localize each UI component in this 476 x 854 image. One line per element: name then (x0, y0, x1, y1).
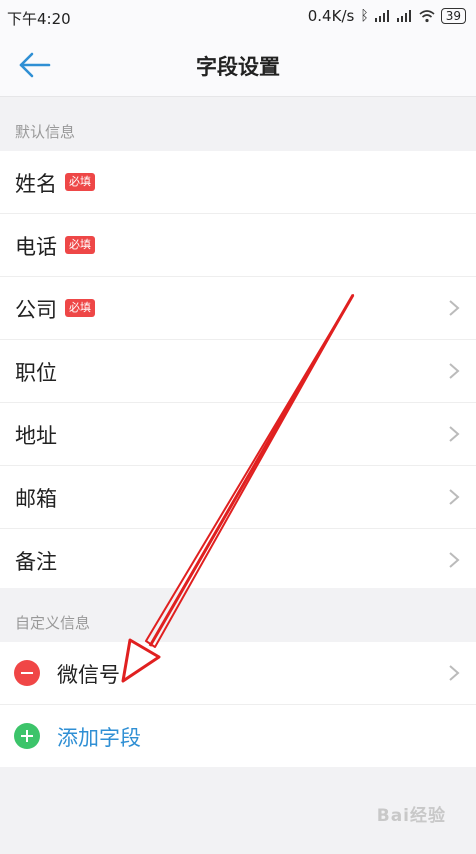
status-time: 下午4:20 (7, 10, 71, 28)
chevron-right-icon (449, 363, 460, 379)
required-badge: 必填 (65, 299, 95, 317)
field-row-phone[interactable]: 电话 必填 (0, 214, 476, 277)
wifi-icon (419, 9, 435, 22)
field-label: 姓名 (15, 172, 57, 196)
field-label: 微信号 (57, 663, 120, 687)
status-icons: 0.4K/s ᛒ 39 (308, 7, 466, 25)
field-row-name[interactable]: 姓名 必填 (0, 151, 476, 214)
section-header-custom: 自定义信息 (0, 588, 476, 642)
field-label: 邮箱 (15, 487, 57, 511)
add-icon (14, 723, 40, 749)
section-header-label: 默认信息 (15, 123, 76, 141)
signal-icon-2 (396, 10, 413, 22)
field-label: 公司 (15, 298, 57, 322)
watermark: Bai经验 (376, 806, 446, 826)
network-speed: 0.4K/s (307, 7, 355, 25)
field-row-address[interactable]: 地址 (0, 403, 476, 466)
bluetooth-icon: ᛒ (360, 8, 369, 24)
status-bar: 下午4:20 0.4K/s ᛒ 39 (0, 0, 476, 34)
required-badge: 必填 (65, 236, 95, 254)
default-field-list: 姓名 必填 电话 必填 公司 必填 职位 地址 邮箱 备注 (0, 151, 476, 591)
chevron-right-icon (449, 300, 460, 316)
add-field-label: 添加字段 (57, 726, 141, 750)
field-label: 备注 (15, 550, 57, 574)
field-label: 地址 (15, 424, 57, 448)
chevron-right-icon (449, 665, 460, 681)
chevron-right-icon (449, 489, 460, 505)
delete-field-icon[interactable] (14, 660, 40, 686)
custom-field-row-wechat[interactable]: 微信号 (0, 642, 476, 705)
field-row-notes[interactable]: 备注 (0, 529, 476, 591)
chevron-right-icon (449, 426, 460, 442)
section-header-default: 默认信息 (0, 97, 476, 151)
add-field-button[interactable]: 添加字段 (0, 705, 476, 767)
field-row-position[interactable]: 职位 (0, 340, 476, 403)
custom-field-list: 微信号 添加字段 (0, 642, 476, 767)
page-title: 字段设置 (196, 55, 280, 79)
section-header-label: 自定义信息 (15, 614, 91, 632)
nav-bar: 字段设置 (0, 34, 476, 97)
signal-icon (374, 10, 391, 22)
field-label: 职位 (15, 361, 57, 385)
field-label: 电话 (15, 235, 57, 259)
chevron-right-icon (449, 552, 460, 568)
field-row-company[interactable]: 公司 必填 (0, 277, 476, 340)
field-row-email[interactable]: 邮箱 (0, 466, 476, 529)
required-badge: 必填 (65, 173, 95, 191)
battery-icon: 39 (440, 8, 466, 24)
